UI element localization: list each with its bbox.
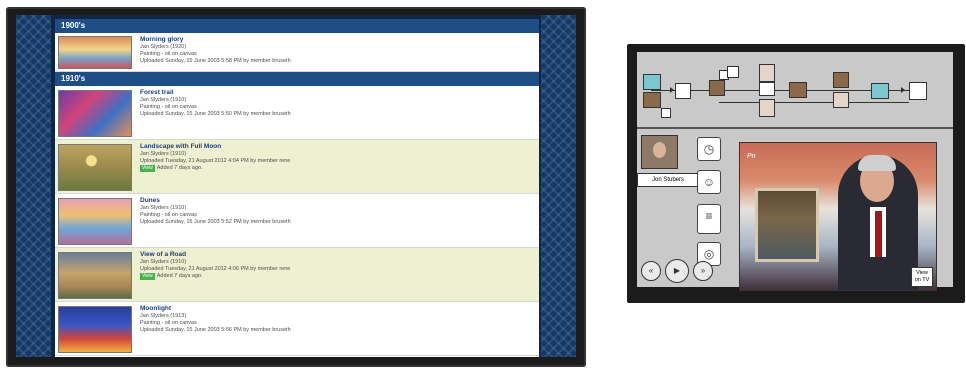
list-item[interactable]: Landscape with Full Moon Jan Slyders (19…: [55, 140, 539, 194]
list-item[interactable]: Morning glory Jan Slyders (1920) Paintin…: [55, 33, 539, 72]
history-badge[interactable]: View: [140, 165, 155, 172]
artwork-uploaded: Uploaded Sunday, 15 June 2003 5:50 PM by…: [140, 111, 291, 117]
history-line: View Added 7 days ago.: [140, 273, 203, 280]
artwork-thumbnail[interactable]: [58, 198, 132, 245]
left-tv-frame: 1900's Morning glory Jan Slyders (1920) …: [6, 7, 586, 367]
flow-node[interactable]: [709, 80, 725, 96]
artwork-medium: Painting - oil on canvas: [140, 104, 197, 110]
artwork-artist: Jan Slyders (1910): [140, 97, 187, 103]
arrow-icon: [670, 87, 674, 93]
flow-node[interactable]: [871, 83, 889, 99]
content-flow-diagram: [637, 52, 953, 129]
artwork-title[interactable]: Moonlight: [140, 305, 535, 313]
flow-node[interactable]: [727, 66, 739, 78]
view-on-tv-button[interactable]: View on TV: [911, 267, 933, 287]
flow-node[interactable]: [643, 92, 661, 108]
flow-node[interactable]: [759, 99, 775, 117]
artwork-thumbnail[interactable]: [58, 306, 132, 353]
artwork-title[interactable]: Morning glory: [140, 36, 535, 44]
arrow-icon: [901, 87, 905, 93]
fast-forward-button[interactable]: »: [693, 261, 713, 281]
artwork-uploaded: Uploaded Sunday, 15 June 2003 5:56 PM by…: [140, 327, 291, 333]
right-tv-frame: Jon Stubers ◷ ☺ ≡ ◎ Pn View on TV « ▶ »: [627, 44, 965, 303]
play-button[interactable]: ▶: [665, 259, 689, 283]
artwork-medium: Painting - oil on canvas: [140, 320, 197, 326]
left-side-pattern: [16, 15, 51, 357]
presenter: [838, 155, 918, 290]
flow-line: [719, 102, 909, 103]
flow-node[interactable]: [759, 64, 775, 82]
artwork-title[interactable]: Dunes: [140, 197, 535, 205]
artwork-artist: Jan Slyders (1920): [140, 44, 187, 50]
artwork-thumbnail[interactable]: [58, 144, 132, 191]
flow-node[interactable]: [789, 82, 807, 98]
artwork-medium: Painting - oil on canvas: [140, 51, 197, 57]
artwork-medium: Painting - oil on canvas: [140, 212, 197, 218]
person-name-tag: Jon Stubers: [637, 173, 699, 187]
rewind-button[interactable]: «: [641, 261, 661, 281]
history-badge[interactable]: View: [140, 273, 155, 280]
artwork-uploaded: Uploaded Tuesday, 21 August 2012 4:06 PM…: [140, 266, 291, 272]
flow-node[interactable]: [759, 82, 775, 96]
person-portrait[interactable]: [641, 135, 678, 169]
list-item[interactable]: View of a Road Jan Slyders (1910) Upload…: [55, 248, 539, 302]
document-icon[interactable]: ≡: [697, 204, 721, 234]
flow-node[interactable]: [675, 83, 691, 99]
decade-header: 1900's: [55, 19, 539, 33]
flow-node[interactable]: [833, 92, 849, 108]
flow-node[interactable]: [643, 74, 661, 90]
artwork-uploaded: Uploaded Sunday, 15 June 2003 5:52 PM by…: [140, 219, 291, 225]
decade-header: 1910's: [55, 72, 539, 86]
flow-node[interactable]: [833, 72, 849, 88]
artwork-thumbnail[interactable]: [58, 252, 132, 299]
artwork-feed: 1900's Morning glory Jan Slyders (1920) …: [55, 19, 539, 357]
video-player[interactable]: Pn View on TV: [739, 142, 937, 291]
right-tv-screen: Jon Stubers ◷ ☺ ≡ ◎ Pn View on TV « ▶ »: [637, 52, 953, 291]
channel-logo: Pn: [747, 153, 756, 160]
artwork-artist: Jan Slyders (1910): [140, 259, 187, 265]
artwork-uploaded: Uploaded Tuesday, 21 August 2012 4:04 PM…: [140, 158, 291, 164]
list-item[interactable]: Forest trail Jan Slyders (1910) Painting…: [55, 86, 539, 140]
artwork-uploaded: Uploaded Sunday, 15 June 2003 5:58 PM by…: [140, 58, 291, 64]
painting-on-easel: [755, 188, 819, 262]
artwork-title[interactable]: Forest trail: [140, 89, 535, 97]
history-line: View Added 7 days ago.: [140, 165, 203, 172]
list-item[interactable]: Dunes Jan Slyders (1910) Painting - oil …: [55, 194, 539, 248]
artwork-thumbnail[interactable]: [58, 36, 132, 69]
person-icon[interactable]: ☺: [697, 170, 721, 194]
flow-node[interactable]: [909, 82, 927, 100]
artwork-artist: Jan Slyders (1910): [140, 151, 187, 157]
flow-node[interactable]: [661, 108, 671, 118]
artwork-title[interactable]: Landscape with Full Moon: [140, 143, 535, 151]
left-tv-screen: 1900's Morning glory Jan Slyders (1920) …: [16, 15, 576, 357]
artwork-thumbnail[interactable]: [58, 90, 132, 137]
artwork-artist: Jan Slyders (1913): [140, 313, 187, 319]
list-item[interactable]: Moonlight Jan Slyders (1913) Painting - …: [55, 302, 539, 356]
clock-icon[interactable]: ◷: [697, 137, 721, 161]
artwork-artist: Jan Slyders (1910): [140, 205, 187, 211]
right-side-pattern: [541, 15, 576, 357]
artwork-title[interactable]: View of a Road: [140, 251, 535, 259]
